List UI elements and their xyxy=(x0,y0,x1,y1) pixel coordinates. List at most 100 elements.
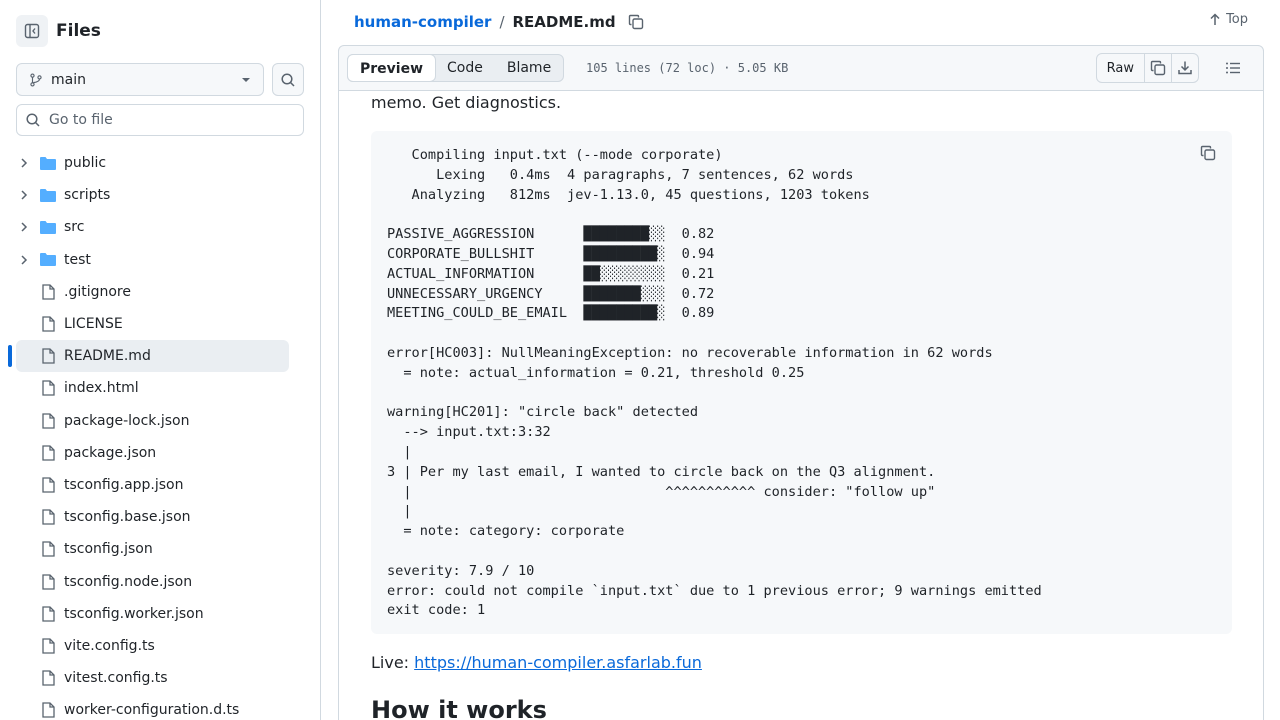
file-icon xyxy=(39,573,57,590)
file-icon xyxy=(39,477,57,493)
arrow-up-icon xyxy=(1210,13,1220,25)
top-label: Top xyxy=(1226,12,1248,27)
branch-name: main xyxy=(51,71,86,88)
sidebar-collapse-icon xyxy=(24,23,40,39)
tree-item-label: README.md xyxy=(64,348,151,365)
tree-item-label: test xyxy=(64,251,91,268)
tree-item-label: src xyxy=(64,219,85,236)
download-button[interactable] xyxy=(1171,54,1198,82)
go-to-file xyxy=(16,104,304,136)
folder-icon xyxy=(39,155,57,171)
readme-paragraph: memo. Get diagnostics. xyxy=(371,93,562,112)
current-file-name: README.md xyxy=(512,13,616,31)
file-metadata: 105 lines (72 loc) · 5.05 KB xyxy=(586,61,789,75)
tree-item-index-html[interactable]: index.html xyxy=(0,372,320,404)
download-icon xyxy=(1178,61,1192,75)
view-mode-tabs: Preview Code Blame xyxy=(347,54,565,82)
repo-link[interactable]: human-compiler xyxy=(354,13,491,31)
file-view: human-compiler / README.md Top Preview C… xyxy=(338,0,1264,720)
tree-item-scripts[interactable]: scripts xyxy=(0,179,320,211)
tree-item-label: scripts xyxy=(64,187,111,204)
sidebar-header: Files xyxy=(16,15,101,47)
go-to-file-input[interactable] xyxy=(49,112,289,128)
file-icon xyxy=(39,702,57,718)
search-icon xyxy=(26,113,40,127)
tab-code[interactable]: Code xyxy=(435,55,495,81)
code-block: Compiling input.txt (--mode corporate) L… xyxy=(371,131,1232,634)
collapse-sidebar-button[interactable] xyxy=(16,15,48,47)
branch-selector[interactable]: main xyxy=(16,63,264,96)
tree-item-label: public xyxy=(64,155,107,172)
sidebar-title: Files xyxy=(56,21,101,41)
chevron-right-icon[interactable] xyxy=(18,189,30,201)
file-icon xyxy=(39,606,57,622)
tab-preview[interactable]: Preview xyxy=(347,54,437,82)
tree-item-label: tsconfig.base.json xyxy=(64,509,191,526)
file-toolbar: Preview Code Blame 105 lines (72 loc) · … xyxy=(338,45,1264,91)
file-sidebar: Files main public scripts src xyxy=(0,0,321,720)
file-icon xyxy=(39,284,57,300)
tree-item-tsconfig-worker[interactable]: tsconfig.worker.json xyxy=(0,598,320,630)
file-icon xyxy=(39,348,57,364)
folder-icon xyxy=(39,219,57,235)
file-actions: Raw xyxy=(1095,53,1199,83)
tree-item-readme[interactable]: README.md xyxy=(0,340,320,373)
copy-icon xyxy=(1200,145,1216,161)
live-link[interactable]: https://human-compiler.asfarlab.fun xyxy=(414,653,702,672)
tree-item-package-lock[interactable]: package-lock.json xyxy=(0,405,320,437)
tree-item-label: tsconfig.app.json xyxy=(64,476,184,493)
live-line: Live: https://human-compiler.asfarlab.fu… xyxy=(371,653,702,672)
tree-item-tsconfig-node[interactable]: tsconfig.node.json xyxy=(0,565,320,597)
copy-code-button[interactable] xyxy=(1200,145,1216,161)
tree-item-label: worker-configuration.d.ts xyxy=(64,702,240,719)
tree-item-test[interactable]: test xyxy=(0,244,320,276)
copy-raw-button[interactable] xyxy=(1144,54,1171,82)
git-branch-icon xyxy=(30,72,42,87)
tree-item-label: tsconfig.node.json xyxy=(64,573,193,590)
breadcrumb: human-compiler / README.md xyxy=(354,11,644,33)
breadcrumb-separator: / xyxy=(499,13,505,31)
file-icon xyxy=(39,670,57,686)
file-icon xyxy=(39,412,57,429)
raw-button[interactable]: Raw xyxy=(1097,54,1144,82)
list-unordered-icon xyxy=(1226,62,1240,74)
folder-icon xyxy=(39,187,57,203)
tree-item-license[interactable]: LICENSE xyxy=(0,308,320,340)
tree-item-gitignore[interactable]: .gitignore xyxy=(0,276,320,308)
code-block-text: Compiling input.txt (--mode corporate) L… xyxy=(387,147,1042,619)
copy-icon xyxy=(1150,60,1166,76)
copy-path-button[interactable] xyxy=(628,14,644,30)
search-button[interactable] xyxy=(272,63,304,96)
tree-item-vite-config[interactable]: vite.config.ts xyxy=(0,630,320,662)
tree-item-label: tsconfig.json xyxy=(64,541,153,558)
file-icon xyxy=(39,541,57,557)
chevron-right-icon[interactable] xyxy=(18,221,30,233)
file-icon xyxy=(39,445,57,461)
tree-item-vitest-config[interactable]: vitest.config.ts xyxy=(0,662,320,694)
tree-item-src[interactable]: src xyxy=(0,211,320,243)
caret-down-icon xyxy=(242,77,250,82)
file-icon xyxy=(39,638,57,654)
tab-blame[interactable]: Blame xyxy=(495,55,563,81)
tree-item-label: tsconfig.worker.json xyxy=(64,605,204,622)
tree-item-label: index.html xyxy=(64,380,139,397)
file-tree: public scripts src test .gitignore LICEN… xyxy=(0,147,320,720)
tree-item-label: package-lock.json xyxy=(64,412,190,429)
chevron-right-icon[interactable] xyxy=(18,254,30,266)
section-heading: How it works xyxy=(371,696,547,720)
outline-button[interactable] xyxy=(1225,60,1241,76)
readme-content: memo. Get diagnostics. Compiling input.t… xyxy=(338,91,1264,720)
tree-item-label: vite.config.ts xyxy=(64,637,155,654)
tree-item-worker-configuration[interactable]: worker-configuration.d.ts xyxy=(0,694,320,720)
tree-item-tsconfig-app[interactable]: tsconfig.app.json xyxy=(0,469,320,501)
tree-item-tsconfig-base[interactable]: tsconfig.base.json xyxy=(0,501,320,533)
file-icon xyxy=(39,380,57,397)
tree-item-label: .gitignore xyxy=(64,283,131,300)
back-to-top-button[interactable]: Top xyxy=(1209,12,1248,27)
tree-item-public[interactable]: public xyxy=(0,147,320,179)
tree-item-tsconfig[interactable]: tsconfig.json xyxy=(0,533,320,565)
tree-item-label: package.json xyxy=(64,444,157,461)
tree-item-label: LICENSE xyxy=(64,316,123,333)
tree-item-package-json[interactable]: package.json xyxy=(0,437,320,469)
chevron-right-icon[interactable] xyxy=(18,157,30,169)
